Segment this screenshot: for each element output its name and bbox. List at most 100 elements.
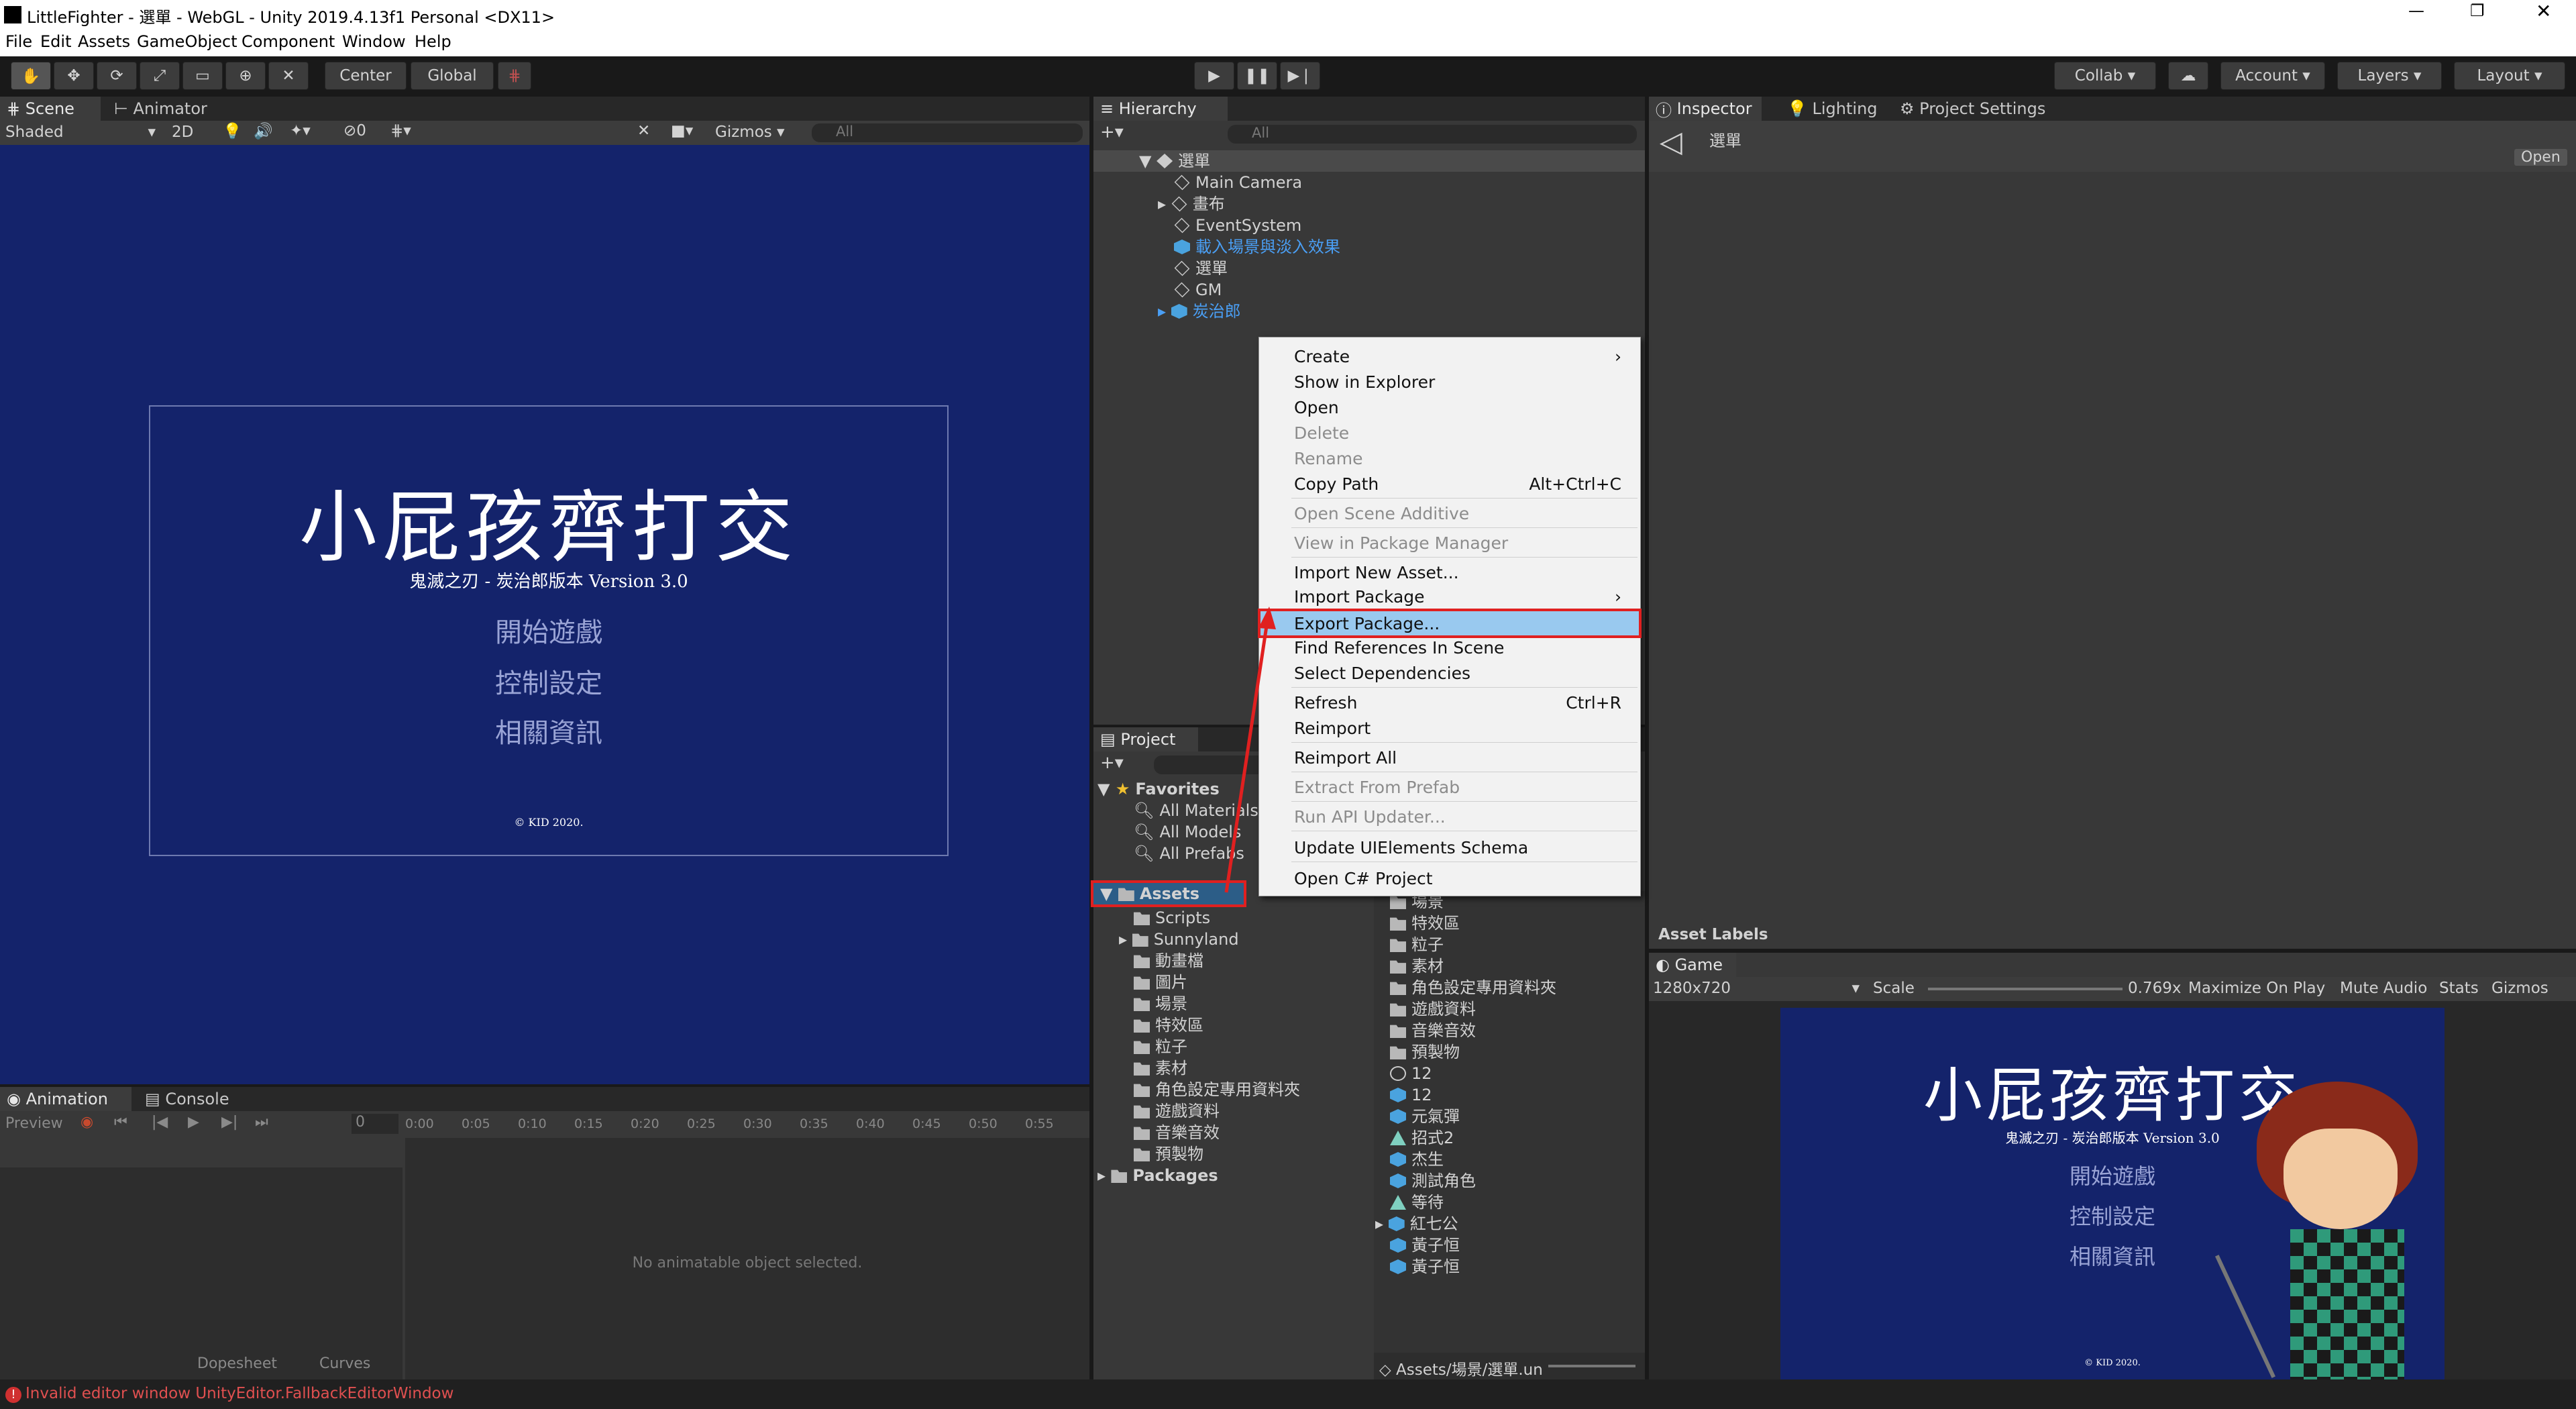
asset-item[interactable]: 12 [1390, 1084, 1432, 1106]
hierarchy-item[interactable]: 載入場景與淡入效果 [1174, 236, 1340, 258]
menu-item-import-new-asset[interactable]: Import New Asset... [1259, 560, 1640, 584]
resolution-dropdown[interactable]: 1280x720 ▾ [1653, 980, 1860, 997]
restore-button[interactable]: ❐ [2470, 1, 2485, 20]
menu-window[interactable]: Window [342, 32, 406, 51]
asset-item[interactable]: 特效區 [1390, 912, 1460, 934]
custom-tool-button[interactable]: ✕ [268, 62, 309, 90]
grid-toggle-icon[interactable]: ⋕▾ [390, 122, 411, 140]
menu-item-update-uielements-schema[interactable]: Update UIElements Schema [1259, 835, 1640, 859]
project-add-button[interactable]: +▾ [1100, 753, 1124, 773]
tab-inspector[interactable]: ⓘ Inspector [1649, 97, 1762, 121]
asset-item[interactable]: 招式2 [1390, 1127, 1454, 1149]
mute-audio-toggle[interactable]: Mute Audio [2340, 980, 2427, 997]
menu-item-select-dependencies[interactable]: Select Dependencies [1259, 661, 1640, 685]
timeline-ruler[interactable]: 0:00 0:05 0:10 0:15 0:20 0:25 0:30 0:35 … [405, 1111, 1087, 1138]
hierarchy-item[interactable]: ▸ 畫布 [1158, 193, 1225, 215]
tools-icon[interactable]: ✕ [637, 122, 650, 140]
menu-item-reimport[interactable]: Reimport [1259, 716, 1640, 740]
rotate-tool-button[interactable]: ⟳ [97, 62, 137, 90]
next-keyframe-icon[interactable]: ▶| [221, 1114, 237, 1131]
menu-item-export-package[interactable]: Export Package... [1258, 609, 1642, 638]
asset-folder[interactable]: 特效區 [1134, 1014, 1203, 1036]
play-animation-icon[interactable]: ▶ [188, 1114, 199, 1131]
hand-tool-button[interactable]: ✋ [11, 62, 51, 90]
menu-item-find-references[interactable]: Find References In Scene [1259, 635, 1640, 660]
asset-item[interactable]: 遊戲資料 [1390, 998, 1476, 1020]
asset-item[interactable]: 測試角色 [1390, 1170, 1476, 1192]
camera-dropdown-icon[interactable]: ■▾ [671, 122, 693, 140]
stats-toggle[interactable]: Stats [2439, 980, 2479, 997]
lighting-toggle-icon[interactable]: 💡 [223, 122, 242, 140]
shading-dropdown[interactable]: Shaded ▾ [5, 123, 156, 141]
space-global-button[interactable]: Global [411, 62, 494, 90]
rect-tool-button[interactable]: ▭ [182, 62, 223, 90]
menu-item-open-csharp-project[interactable]: Open C# Project [1259, 866, 1640, 890]
hierarchy-item[interactable]: ▸ 炭治郎 [1158, 301, 1241, 322]
scene-root-row[interactable]: ▼ 選單 [1093, 150, 1645, 172]
menu-file[interactable]: File [5, 32, 32, 51]
hierarchy-search-input[interactable]: All [1228, 125, 1637, 144]
asset-item[interactable]: 預製物 [1390, 1041, 1460, 1063]
scene-viewport[interactable]: 小屁孩齊打交 鬼滅之刃 - 炭治郎版本 Version 3.0 開始遊戲 控制設… [0, 145, 1089, 1084]
asset-item[interactable]: 元氣彈 [1390, 1106, 1460, 1127]
effects-toggle-icon[interactable]: ✦▾ [290, 122, 311, 140]
asset-folder[interactable]: 音樂音效 [1134, 1122, 1220, 1143]
menu-item-show-in-explorer[interactable]: Show in Explorer [1259, 370, 1640, 394]
asset-item[interactable]: 黃子恒 [1390, 1235, 1460, 1256]
pause-button[interactable]: ❚❚ [1237, 62, 1277, 90]
menu-component[interactable]: Component [241, 32, 335, 51]
maximize-on-play-toggle[interactable]: Maximize On Play [2188, 980, 2325, 997]
tab-game[interactable]: ◐ Game [1649, 953, 1736, 977]
menu-edit[interactable]: Edit [40, 32, 71, 51]
menu-item-reimport-all[interactable]: Reimport All [1259, 745, 1640, 770]
tab-lighting[interactable]: 💡 Lighting [1780, 97, 1884, 121]
asset-item[interactable]: ▸ 紅七公 [1375, 1213, 1458, 1235]
audio-toggle-icon[interactable]: 🔊 [254, 122, 273, 140]
layers-dropdown[interactable]: Layers ▾ [2337, 62, 2442, 90]
asset-item[interactable]: 等待 [1390, 1192, 1444, 1213]
tab-hierarchy[interactable]: ≡ Hierarchy [1093, 97, 1228, 121]
scale-tool-button[interactable]: ⤢ [140, 62, 180, 90]
last-keyframe-icon[interactable]: ⏭ [255, 1114, 268, 1131]
asset-item[interactable]: 粒子 [1390, 934, 1444, 955]
asset-folder[interactable]: 角色設定專用資料夾 [1134, 1079, 1300, 1100]
hidden-objects-icon[interactable]: ⊘0 [343, 122, 366, 140]
menu-assets[interactable]: Assets [78, 32, 130, 51]
game-viewport[interactable]: 小屁孩齊打交 鬼滅之刃 - 炭治郎版本 Version 3.0 開始遊戲 控制設… [1780, 1008, 2445, 1379]
asset-folder[interactable]: 素材 [1134, 1057, 1187, 1079]
tab-scene[interactable]: ⋕ Scene [0, 97, 101, 121]
asset-folder[interactable]: 圖片 [1134, 972, 1187, 993]
packages-row[interactable]: ▸ Packages [1097, 1165, 1218, 1186]
menu-item-open[interactable]: Open [1259, 395, 1640, 419]
scene-search-input[interactable]: All [812, 123, 1083, 142]
tab-console[interactable]: ▤ Console [138, 1087, 236, 1111]
asset-item[interactable]: 杰生 [1390, 1149, 1444, 1170]
tab-project[interactable]: ▤ Project [1093, 727, 1198, 751]
tab-animator[interactable]: ⊢ Animator [107, 97, 214, 121]
menu-item-copy-path[interactable]: Copy Path Alt+Ctrl+C [1259, 472, 1640, 496]
asset-folder[interactable]: 遊戲資料 [1134, 1100, 1220, 1122]
scale-slider[interactable] [1928, 988, 2123, 990]
asset-folder[interactable]: 粒子 [1134, 1036, 1187, 1057]
asset-folder[interactable]: 動畫檔 [1134, 950, 1203, 972]
play-button[interactable]: ▶ [1194, 62, 1234, 90]
menu-help[interactable]: Help [415, 32, 451, 51]
open-button[interactable]: Open [2514, 149, 2567, 166]
hierarchy-item[interactable]: 選單 [1174, 258, 1228, 279]
hierarchy-item[interactable]: EventSystem [1174, 215, 1301, 236]
move-tool-button[interactable]: ✥ [54, 62, 94, 90]
collab-button[interactable]: Collab ▾ [2054, 62, 2156, 90]
menu-item-import-package[interactable]: Import Package › [1259, 584, 1640, 609]
favorites-row[interactable]: ▼ ★ Favorites [1097, 778, 1220, 800]
tab-animation[interactable]: ◉ Animation [0, 1087, 131, 1111]
cloud-button[interactable]: ☁ [2168, 62, 2208, 90]
gizmos-dropdown[interactable]: Gizmos ▾ [715, 123, 785, 141]
hierarchy-item[interactable]: GM [1174, 279, 1222, 301]
hierarchy-add-button[interactable]: +▾ [1100, 122, 1124, 142]
close-button[interactable]: ✕ [2536, 0, 2551, 22]
asset-item[interactable]: 音樂音效 [1390, 1020, 1476, 1041]
first-keyframe-icon[interactable]: ⏮ [114, 1114, 127, 1131]
toggle-2d-button[interactable]: 2D [172, 123, 193, 141]
record-icon[interactable]: ◉ [80, 1114, 93, 1131]
preview-button[interactable]: Preview [5, 1115, 63, 1132]
